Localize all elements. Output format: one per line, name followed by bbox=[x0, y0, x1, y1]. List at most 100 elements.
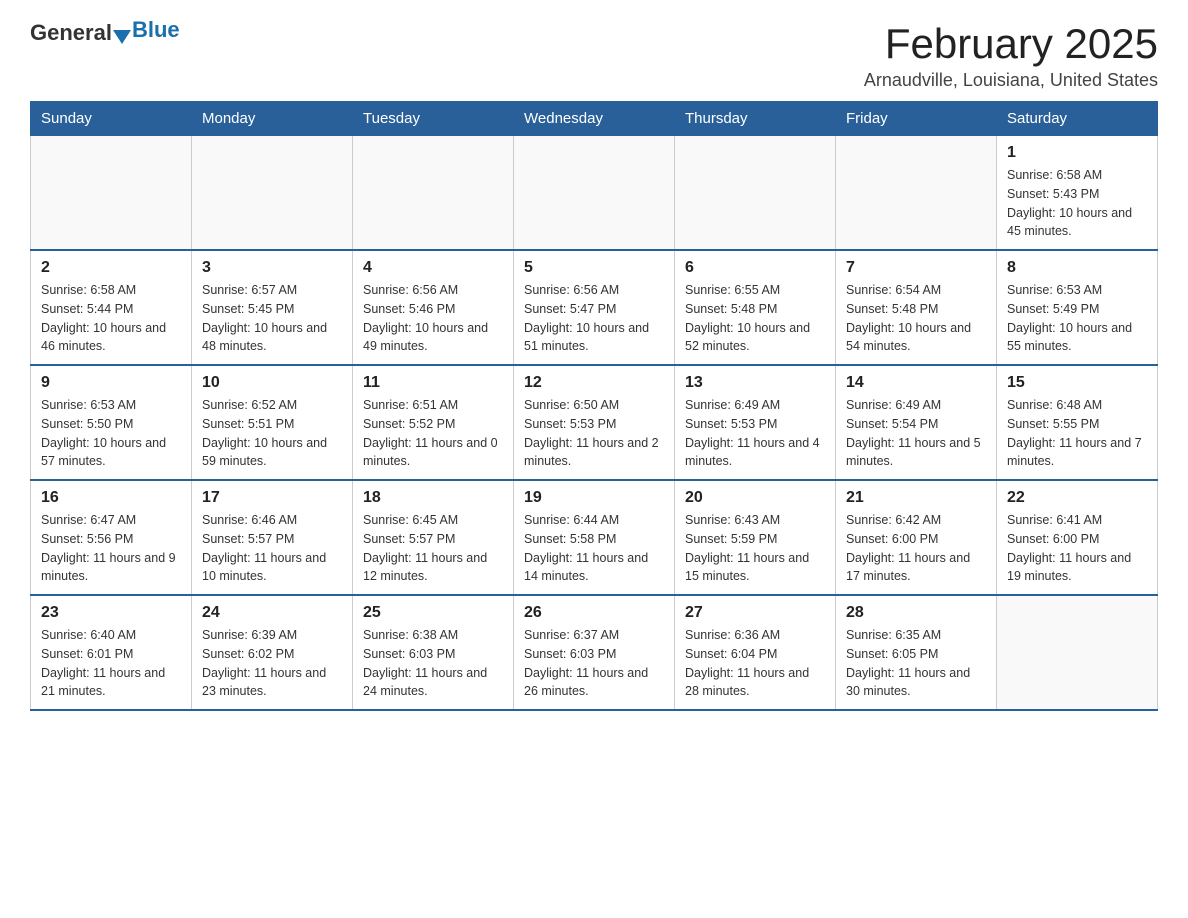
day-cell: 15 Sunrise: 6:48 AM Sunset: 5:55 PM Dayli… bbox=[997, 365, 1158, 480]
day-info: Sunrise: 6:57 AM Sunset: 5:45 PM Dayligh… bbox=[202, 281, 342, 356]
day-info: Sunrise: 6:38 AM Sunset: 6:03 PM Dayligh… bbox=[363, 626, 503, 701]
week-row-4: 16 Sunrise: 6:47 AM Sunset: 5:56 PM Dayli… bbox=[31, 480, 1158, 595]
day-cell: 6 Sunrise: 6:55 AM Sunset: 5:48 PM Daylig… bbox=[675, 250, 836, 365]
header-row: SundayMondayTuesdayWednesdayThursdayFrid… bbox=[31, 102, 1158, 136]
day-cell bbox=[836, 136, 997, 251]
day-info: Sunrise: 6:45 AM Sunset: 5:57 PM Dayligh… bbox=[363, 511, 503, 586]
day-number: 6 bbox=[685, 259, 825, 277]
day-cell: 22 Sunrise: 6:41 AM Sunset: 6:00 PM Dayli… bbox=[997, 480, 1158, 595]
day-cell: 16 Sunrise: 6:47 AM Sunset: 5:56 PM Dayli… bbox=[31, 480, 192, 595]
day-info: Sunrise: 6:48 AM Sunset: 5:55 PM Dayligh… bbox=[1007, 396, 1147, 471]
day-info: Sunrise: 6:56 AM Sunset: 5:47 PM Dayligh… bbox=[524, 281, 664, 356]
day-cell: 8Sunrise: 6:53 AM Sunset: 5:49 PM Daylig… bbox=[997, 250, 1158, 365]
day-cell: 20Sunrise: 6:43 AM Sunset: 5:59 PM Dayli… bbox=[675, 480, 836, 595]
day-number: 10 bbox=[202, 374, 342, 392]
day-cell: 26Sunrise: 6:37 AM Sunset: 6:03 PM Dayli… bbox=[514, 595, 675, 710]
day-number: 11 bbox=[363, 374, 503, 392]
header-day-sunday: Sunday bbox=[31, 102, 192, 136]
day-info: Sunrise: 6:52 AM Sunset: 5:51 PM Dayligh… bbox=[202, 396, 342, 471]
day-cell: 13Sunrise: 6:49 AM Sunset: 5:53 PM Dayli… bbox=[675, 365, 836, 480]
day-number: 12 bbox=[524, 374, 664, 392]
day-number: 27 bbox=[685, 604, 825, 622]
day-info: Sunrise: 6:50 AM Sunset: 5:53 PM Dayligh… bbox=[524, 396, 664, 471]
day-number: 15 bbox=[1007, 374, 1147, 392]
header-day-monday: Monday bbox=[192, 102, 353, 136]
day-cell: 21 Sunrise: 6:42 AM Sunset: 6:00 PM Dayli… bbox=[836, 480, 997, 595]
title-section: February 2025 Arnaudville, Louisiana, Un… bbox=[864, 20, 1158, 91]
day-cell: 10 Sunrise: 6:52 AM Sunset: 5:51 PM Dayli… bbox=[192, 365, 353, 480]
day-cell: 27 Sunrise: 6:36 AM Sunset: 6:04 PM Dayli… bbox=[675, 595, 836, 710]
day-info: Sunrise: 6:55 AM Sunset: 5:48 PM Dayligh… bbox=[685, 281, 825, 356]
day-number: 28 bbox=[846, 604, 986, 622]
day-number: 21 bbox=[846, 489, 986, 507]
day-cell: 25 Sunrise: 6:38 AM Sunset: 6:03 PM Dayli… bbox=[353, 595, 514, 710]
day-number: 13 bbox=[685, 374, 825, 392]
day-cell: 2Sunrise: 6:58 AM Sunset: 5:44 PM Daylig… bbox=[31, 250, 192, 365]
header-day-saturday: Saturday bbox=[997, 102, 1158, 136]
day-info: Sunrise: 6:44 AM Sunset: 5:58 PM Dayligh… bbox=[524, 511, 664, 586]
day-cell bbox=[514, 136, 675, 251]
week-row-2: 2Sunrise: 6:58 AM Sunset: 5:44 PM Daylig… bbox=[31, 250, 1158, 365]
day-cell: 12 Sunrise: 6:50 AM Sunset: 5:53 PM Dayli… bbox=[514, 365, 675, 480]
day-info: Sunrise: 6:46 AM Sunset: 5:57 PM Dayligh… bbox=[202, 511, 342, 586]
day-info: Sunrise: 6:41 AM Sunset: 6:00 PM Dayligh… bbox=[1007, 511, 1147, 586]
calendar-header: SundayMondayTuesdayWednesdayThursdayFrid… bbox=[31, 102, 1158, 136]
day-number: 22 bbox=[1007, 489, 1147, 507]
day-number: 14 bbox=[846, 374, 986, 392]
logo-triangle-icon bbox=[113, 30, 131, 44]
day-cell: 19 Sunrise: 6:44 AM Sunset: 5:58 PM Dayli… bbox=[514, 480, 675, 595]
day-cell: 17 Sunrise: 6:46 AM Sunset: 5:57 PM Dayli… bbox=[192, 480, 353, 595]
day-number: 26 bbox=[524, 604, 664, 622]
day-info: Sunrise: 6:40 AM Sunset: 6:01 PM Dayligh… bbox=[41, 626, 181, 701]
day-info: Sunrise: 6:43 AM Sunset: 5:59 PM Dayligh… bbox=[685, 511, 825, 586]
day-info: Sunrise: 6:58 AM Sunset: 5:43 PM Dayligh… bbox=[1007, 166, 1147, 241]
day-number: 1 bbox=[1007, 144, 1147, 162]
day-number: 9 bbox=[41, 374, 181, 392]
header-day-wednesday: Wednesday bbox=[514, 102, 675, 136]
day-cell: 1 Sunrise: 6:58 AM Sunset: 5:43 PM Daylig… bbox=[997, 136, 1158, 251]
day-info: Sunrise: 6:58 AM Sunset: 5:44 PM Dayligh… bbox=[41, 281, 181, 356]
day-info: Sunrise: 6:51 AM Sunset: 5:52 PM Dayligh… bbox=[363, 396, 503, 471]
day-cell: 28 Sunrise: 6:35 AM Sunset: 6:05 PM Dayli… bbox=[836, 595, 997, 710]
location-subtitle: Arnaudville, Louisiana, United States bbox=[864, 70, 1158, 91]
day-info: Sunrise: 6:53 AM Sunset: 5:49 PM Dayligh… bbox=[1007, 281, 1147, 356]
day-cell: 24 Sunrise: 6:39 AM Sunset: 6:02 PM Dayli… bbox=[192, 595, 353, 710]
day-cell: 7 Sunrise: 6:54 AM Sunset: 5:48 PM Daylig… bbox=[836, 250, 997, 365]
day-cell: 3 Sunrise: 6:57 AM Sunset: 5:45 PM Daylig… bbox=[192, 250, 353, 365]
day-cell bbox=[997, 595, 1158, 710]
day-info: Sunrise: 6:35 AM Sunset: 6:05 PM Dayligh… bbox=[846, 626, 986, 701]
month-title: February 2025 bbox=[864, 20, 1158, 68]
day-cell bbox=[675, 136, 836, 251]
day-number: 7 bbox=[846, 259, 986, 277]
day-number: 19 bbox=[524, 489, 664, 507]
day-cell: 11 Sunrise: 6:51 AM Sunset: 5:52 PM Dayli… bbox=[353, 365, 514, 480]
day-number: 17 bbox=[202, 489, 342, 507]
day-cell: 5Sunrise: 6:56 AM Sunset: 5:47 PM Daylig… bbox=[514, 250, 675, 365]
day-info: Sunrise: 6:42 AM Sunset: 6:00 PM Dayligh… bbox=[846, 511, 986, 586]
logo: General Blue bbox=[30, 20, 180, 46]
day-number: 18 bbox=[363, 489, 503, 507]
week-row-5: 23 Sunrise: 6:40 AM Sunset: 6:01 PM Dayli… bbox=[31, 595, 1158, 710]
day-number: 24 bbox=[202, 604, 342, 622]
day-number: 23 bbox=[41, 604, 181, 622]
day-info: Sunrise: 6:49 AM Sunset: 5:54 PM Dayligh… bbox=[846, 396, 986, 471]
day-info: Sunrise: 6:36 AM Sunset: 6:04 PM Dayligh… bbox=[685, 626, 825, 701]
day-info: Sunrise: 6:54 AM Sunset: 5:48 PM Dayligh… bbox=[846, 281, 986, 356]
day-number: 4 bbox=[363, 259, 503, 277]
day-info: Sunrise: 6:56 AM Sunset: 5:46 PM Dayligh… bbox=[363, 281, 503, 356]
day-number: 25 bbox=[363, 604, 503, 622]
header-day-tuesday: Tuesday bbox=[353, 102, 514, 136]
day-cell: 4 Sunrise: 6:56 AM Sunset: 5:46 PM Daylig… bbox=[353, 250, 514, 365]
header-day-thursday: Thursday bbox=[675, 102, 836, 136]
day-info: Sunrise: 6:47 AM Sunset: 5:56 PM Dayligh… bbox=[41, 511, 181, 586]
page-header: General Blue February 2025 Arnaudville, … bbox=[30, 20, 1158, 91]
day-info: Sunrise: 6:39 AM Sunset: 6:02 PM Dayligh… bbox=[202, 626, 342, 701]
logo-blue-text: Blue bbox=[132, 17, 180, 43]
day-cell: 23 Sunrise: 6:40 AM Sunset: 6:01 PM Dayli… bbox=[31, 595, 192, 710]
day-number: 16 bbox=[41, 489, 181, 507]
day-number: 3 bbox=[202, 259, 342, 277]
week-row-1: 1 Sunrise: 6:58 AM Sunset: 5:43 PM Daylig… bbox=[31, 136, 1158, 251]
week-row-3: 9Sunrise: 6:53 AM Sunset: 5:50 PM Daylig… bbox=[31, 365, 1158, 480]
day-cell bbox=[353, 136, 514, 251]
day-cell: 14 Sunrise: 6:49 AM Sunset: 5:54 PM Dayli… bbox=[836, 365, 997, 480]
